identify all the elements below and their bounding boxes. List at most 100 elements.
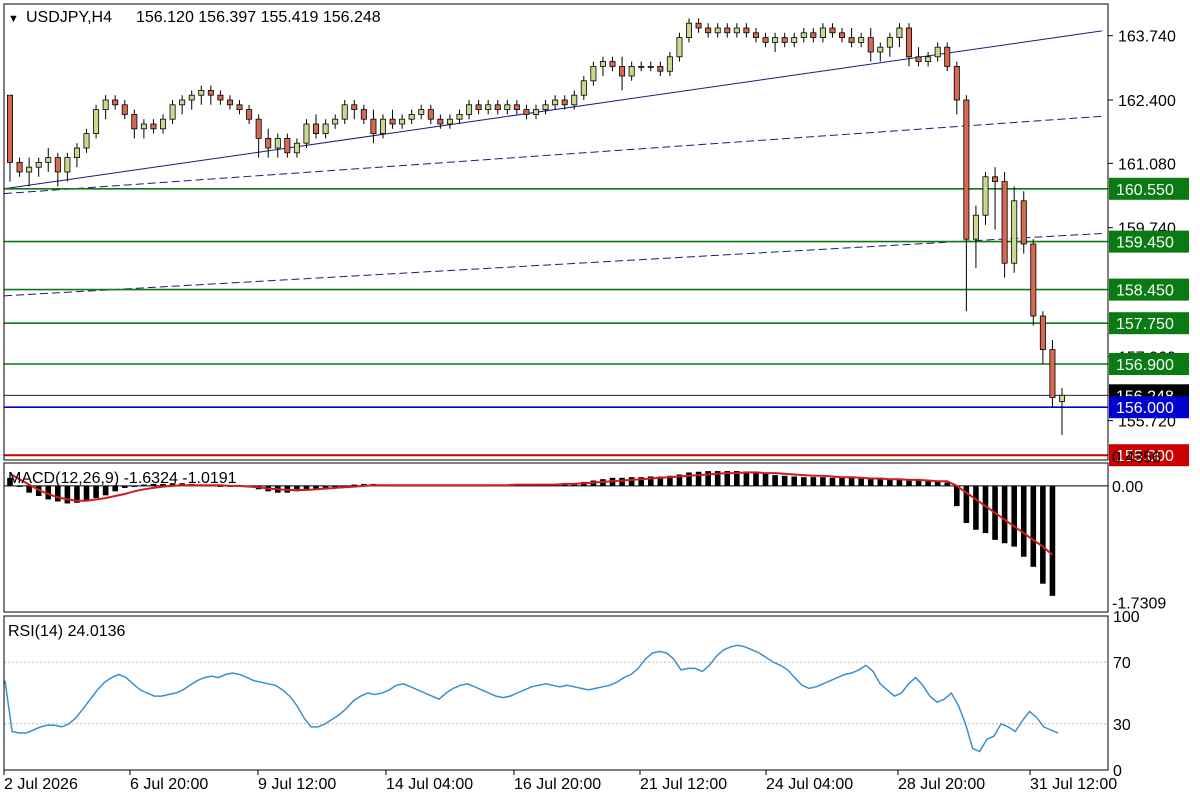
candle-body <box>695 22 702 29</box>
candle-body <box>752 32 759 38</box>
macd-histogram-bar <box>915 480 922 486</box>
candle-body <box>858 37 865 43</box>
candle-body <box>676 37 683 58</box>
candle-body <box>389 118 396 125</box>
candle-body <box>255 118 262 139</box>
candle-body <box>246 109 253 120</box>
candle-body <box>791 37 798 43</box>
macd-histogram-bar <box>753 472 759 486</box>
candle-body <box>274 137 281 149</box>
candle-body <box>73 147 80 159</box>
collapse-arrow-icon[interactable]: ▼ <box>8 13 19 25</box>
candle-body <box>772 37 779 43</box>
rsi-axis-label: 70 <box>1113 655 1131 672</box>
candle-body <box>552 99 559 106</box>
candle-body <box>886 37 893 48</box>
candle-body <box>313 123 320 135</box>
macd-axis-label: 0.4356 <box>1112 450 1161 467</box>
macd-histogram-bar <box>1040 485 1046 584</box>
candle-body <box>819 27 826 39</box>
candle-body <box>437 118 444 125</box>
candle-body <box>571 94 578 106</box>
candle-body <box>982 176 989 216</box>
trend-line <box>3 115 1103 195</box>
candle-body <box>619 66 626 77</box>
rsi-label: RSI(14) 24.0136 <box>8 623 126 640</box>
macd-histogram-bar <box>896 479 903 486</box>
macd-histogram-bar <box>762 473 769 486</box>
candle-body <box>992 176 999 183</box>
candle-body <box>733 27 740 34</box>
candle-body <box>705 27 712 34</box>
candle-body <box>1001 181 1008 264</box>
macd-histogram-bar <box>64 485 71 504</box>
candle-body <box>1059 394 1066 402</box>
macd-histogram-bar <box>695 471 702 486</box>
candle-body <box>169 104 176 120</box>
candle-body <box>35 161 42 168</box>
rsi-panel-frame <box>3 615 1109 771</box>
macd-histogram-bar <box>858 478 864 486</box>
candle-body <box>686 22 693 39</box>
macd-histogram-bar <box>55 485 61 502</box>
rsi-axis-label: 30 <box>1113 717 1131 734</box>
macd-histogram-bar <box>619 477 625 486</box>
candle-body <box>580 80 587 96</box>
candle-body <box>743 27 750 34</box>
candle-body <box>179 99 186 106</box>
trend-line <box>3 232 1103 297</box>
candle-body <box>1039 315 1046 350</box>
macd-histogram-bar <box>839 477 845 486</box>
time-axis-label: 14 Jul 04:00 <box>386 776 473 793</box>
candle-body <box>877 46 884 53</box>
candle-body <box>83 133 90 149</box>
time-axis-label: 2 Jul 2026 <box>4 776 78 793</box>
candle-body <box>1049 349 1056 399</box>
candle-body <box>657 66 664 72</box>
rsi-axis-label: 100 <box>1113 609 1140 626</box>
candle-body <box>628 66 635 77</box>
candle-body <box>64 157 71 173</box>
price-axis-label: 162.400 <box>1118 93 1176 110</box>
candle-body <box>934 46 941 58</box>
candle-body <box>839 32 846 38</box>
macd-axis-label: 0.00 <box>1112 479 1143 496</box>
candle-body <box>466 104 473 115</box>
candle-body <box>112 99 119 106</box>
header-layer: ▼ USDJPY,H4 156.120 156.397 155.419 156.… <box>8 9 381 640</box>
candle-body <box>714 27 721 34</box>
candle-body <box>207 90 214 96</box>
macd-histogram-bar <box>705 471 711 486</box>
candle-body <box>188 94 195 101</box>
candle-body <box>322 123 329 135</box>
support-label: 158.450 <box>1116 283 1174 300</box>
candle-body <box>456 114 463 120</box>
macd-histogram-bar <box>954 485 960 507</box>
candle-body <box>370 118 377 134</box>
macd-histogram-bar <box>1011 485 1017 547</box>
candle-body <box>351 104 358 111</box>
price-axis-label: 161.080 <box>1118 156 1176 173</box>
candle-body <box>427 109 434 120</box>
macd-histogram-bar <box>848 477 855 486</box>
candle-body <box>284 137 291 154</box>
support-label: 160.550 <box>1116 182 1174 199</box>
candle-body <box>810 32 817 38</box>
support-label: 156.900 <box>1116 357 1174 374</box>
candle-body <box>905 27 912 58</box>
trading-chart: 163.740162.400161.080159.740157.060155.7… <box>3 3 1189 793</box>
candle-body <box>293 142 300 154</box>
support-label: 159.450 <box>1116 235 1174 252</box>
candle-body <box>7 94 13 163</box>
candle-body <box>45 157 52 163</box>
candle-body <box>953 66 960 101</box>
candle-body <box>829 27 836 34</box>
candle-body <box>925 56 932 62</box>
macd-histogram-bar <box>820 477 826 486</box>
candle-body <box>16 161 23 173</box>
time-axis-label: 9 Jul 12:00 <box>258 776 336 793</box>
chart-window: 163.740162.400161.080159.740157.060155.7… <box>0 0 1200 800</box>
candle-body <box>561 99 568 106</box>
macd-histogram-bar <box>877 479 884 486</box>
time-axis-label: 21 Jul 12:00 <box>640 776 727 793</box>
